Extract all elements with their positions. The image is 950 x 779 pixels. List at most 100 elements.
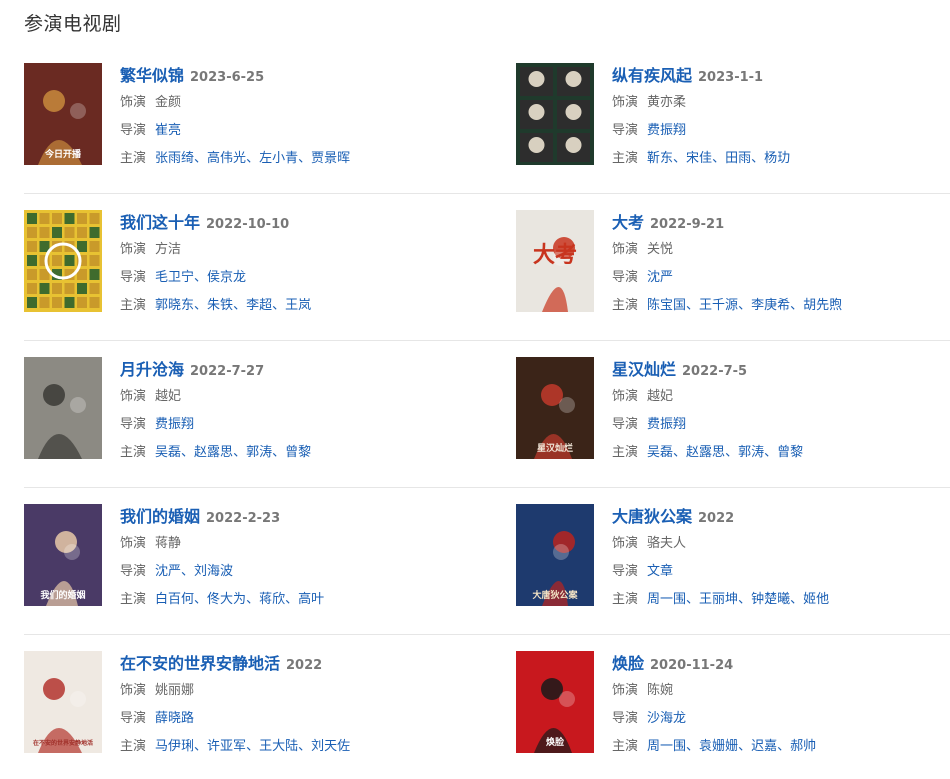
cast-member-link[interactable]: 马伊琍 bbox=[155, 739, 194, 754]
role-label: 饰演 bbox=[120, 242, 147, 257]
cast-member-link[interactable]: 吴磊 bbox=[155, 445, 181, 460]
cast-member-link[interactable]: 王大陆 bbox=[259, 739, 298, 754]
drama-title-link[interactable]: 星汉灿烂 bbox=[612, 360, 676, 379]
director-link[interactable]: 费振翔 bbox=[647, 123, 686, 138]
cast-member-link[interactable]: 王丽坤 bbox=[699, 592, 738, 607]
role-name: 越妃 bbox=[647, 389, 674, 404]
cast-member-link[interactable]: 许亚军 bbox=[207, 739, 246, 754]
director-link[interactable]: 费振翔 bbox=[647, 417, 686, 432]
director-link[interactable]: 文章 bbox=[647, 564, 673, 579]
director-link[interactable]: 沈严 bbox=[155, 564, 181, 579]
cast-member-link[interactable]: 郭涛 bbox=[738, 445, 764, 460]
poster-image[interactable] bbox=[516, 63, 594, 165]
cast-member-link[interactable]: 郝帅 bbox=[790, 739, 816, 754]
drama-title-link[interactable]: 大唐狄公案 bbox=[612, 507, 692, 526]
cast-line: 主演 白百何、佟大为、蒋欣、高叶 bbox=[120, 586, 440, 614]
poster-image[interactable]: 大考 bbox=[516, 210, 594, 312]
drama-title-link[interactable]: 大考 bbox=[612, 213, 644, 232]
drama-card: 星汉灿烂 星汉灿烂 2022-7-5 饰演 越妃 导演 费振翔 主演 吴磊、赵露思、郭涛、曾黎 bbox=[516, 357, 936, 477]
director-label: 导演 bbox=[120, 564, 147, 579]
role-label: 饰演 bbox=[120, 536, 147, 551]
separator: 、 bbox=[725, 445, 739, 460]
cast-member-link[interactable]: 郭涛 bbox=[246, 445, 272, 460]
cast-member-link[interactable]: 靳东 bbox=[647, 151, 673, 166]
role-label: 饰演 bbox=[612, 389, 639, 404]
cast-member-link[interactable]: 王岚 bbox=[285, 298, 311, 313]
cast-member-link[interactable]: 曾黎 bbox=[285, 445, 311, 460]
drama-title-link[interactable]: 我们这十年 bbox=[120, 213, 200, 232]
cast-member-link[interactable]: 李超 bbox=[246, 298, 272, 313]
drama-title-link[interactable]: 纵有疾风起 bbox=[612, 66, 692, 85]
cast-line: 主演 吴磊、赵露思、郭涛、曾黎 bbox=[612, 439, 932, 467]
drama-title-link[interactable]: 繁华似锦 bbox=[120, 66, 184, 85]
cast-member-link[interactable]: 田雨 bbox=[725, 151, 751, 166]
cast-member-link[interactable]: 胡先煦 bbox=[803, 298, 842, 313]
director-link[interactable]: 毛卫宁 bbox=[155, 270, 194, 285]
cast-member-link[interactable]: 袁姗姗 bbox=[699, 739, 738, 754]
cast-member-link[interactable]: 赵露思 bbox=[194, 445, 233, 460]
release-date: 2022-10-10 bbox=[206, 217, 290, 232]
cast-member-link[interactable]: 李庚希 bbox=[751, 298, 790, 313]
role-label: 饰演 bbox=[612, 242, 639, 257]
cast-member-link[interactable]: 王千源 bbox=[699, 298, 738, 313]
title-line: 繁华似锦 2023-6-25 bbox=[120, 63, 440, 89]
cast-member-link[interactable]: 吴磊 bbox=[647, 445, 673, 460]
cast-member-link[interactable]: 贾景晖 bbox=[311, 151, 350, 166]
director-label: 导演 bbox=[612, 564, 639, 579]
cast-member-link[interactable]: 朱铁 bbox=[207, 298, 233, 313]
cast-member-link[interactable]: 周一围 bbox=[647, 592, 686, 607]
separator: 、 bbox=[246, 739, 260, 754]
separator: 、 bbox=[298, 739, 312, 754]
cast-member-link[interactable]: 佟大为 bbox=[207, 592, 246, 607]
poster-image[interactable]: 星汉灿烂 bbox=[516, 357, 594, 459]
drama-row: 在不安的世界安静地活 在不安的世界安静地活 2022 饰演 姚丽娜 导演 薛晓路 主演 马伊琍、… bbox=[24, 651, 950, 779]
separator: 、 bbox=[764, 445, 778, 460]
cast-member-link[interactable]: 姬他 bbox=[803, 592, 829, 607]
cast-label: 主演 bbox=[120, 298, 147, 313]
director-link[interactable]: 侯京龙 bbox=[207, 270, 246, 285]
cast-member-link[interactable]: 曾黎 bbox=[777, 445, 803, 460]
cast-member-link[interactable]: 宋佳 bbox=[686, 151, 712, 166]
poster-caption: 大考 bbox=[533, 243, 577, 268]
director-link[interactable]: 沙海龙 bbox=[647, 711, 686, 726]
role-label: 饰演 bbox=[612, 683, 639, 698]
cast-member-link[interactable]: 张雨绮 bbox=[155, 151, 194, 166]
poster-image[interactable]: 今日开播 bbox=[24, 63, 102, 165]
poster-image[interactable]: 焕脸 bbox=[516, 651, 594, 753]
drama-card: 在不安的世界安静地活 在不安的世界安静地活 2022 饰演 姚丽娜 导演 薛晓路 主演 马伊琍、… bbox=[24, 651, 444, 771]
poster-image[interactable]: 大唐狄公案 bbox=[516, 504, 594, 606]
poster-image[interactable]: 我们的婚姻 bbox=[24, 504, 102, 606]
drama-title-link[interactable]: 焕脸 bbox=[612, 654, 644, 673]
poster-image[interactable] bbox=[24, 357, 102, 459]
cast-member-link[interactable]: 钟楚曦 bbox=[751, 592, 790, 607]
cast-member-link[interactable]: 迟嘉 bbox=[751, 739, 777, 754]
drama-title-link[interactable]: 我们的婚姻 bbox=[120, 507, 200, 526]
director-link[interactable]: 费振翔 bbox=[155, 417, 194, 432]
director-link[interactable]: 沈严 bbox=[647, 270, 673, 285]
cast-member-link[interactable]: 陈宝国 bbox=[647, 298, 686, 313]
poster-image[interactable] bbox=[24, 210, 102, 312]
separator: 、 bbox=[181, 445, 195, 460]
separator: 、 bbox=[790, 592, 804, 607]
director-line: 导演 文章 bbox=[612, 558, 932, 586]
cast-member-link[interactable]: 周一围 bbox=[647, 739, 686, 754]
drama-row: 今日开播 繁华似锦 2023-6-25 饰演 金颜 导演 崔亮 主演 张雨绮、高伟光、左小青、贾… bbox=[24, 63, 950, 210]
director-link[interactable]: 崔亮 bbox=[155, 123, 181, 138]
poster-image[interactable]: 在不安的世界安静地活 bbox=[24, 651, 102, 753]
drama-title-link[interactable]: 在不安的世界安静地活 bbox=[120, 654, 280, 673]
cast-member-link[interactable]: 郭晓东 bbox=[155, 298, 194, 313]
director-link[interactable]: 薛晓路 bbox=[155, 711, 194, 726]
drama-title-link[interactable]: 月升沧海 bbox=[120, 360, 184, 379]
cast-member-link[interactable]: 高叶 bbox=[298, 592, 324, 607]
cast-member-link[interactable]: 赵露思 bbox=[686, 445, 725, 460]
director-link[interactable]: 刘海波 bbox=[194, 564, 233, 579]
cast-member-link[interactable]: 杨玏 bbox=[764, 151, 790, 166]
cast-member-link[interactable]: 白百何 bbox=[155, 592, 194, 607]
cast-member-link[interactable]: 左小青 bbox=[259, 151, 298, 166]
separator: 、 bbox=[686, 739, 700, 754]
separator: 、 bbox=[673, 151, 687, 166]
cast-line: 主演 靳东、宋佳、田雨、杨玏 bbox=[612, 145, 932, 173]
cast-member-link[interactable]: 高伟光 bbox=[207, 151, 246, 166]
cast-member-link[interactable]: 刘天佐 bbox=[311, 739, 350, 754]
cast-member-link[interactable]: 蒋欣 bbox=[259, 592, 285, 607]
